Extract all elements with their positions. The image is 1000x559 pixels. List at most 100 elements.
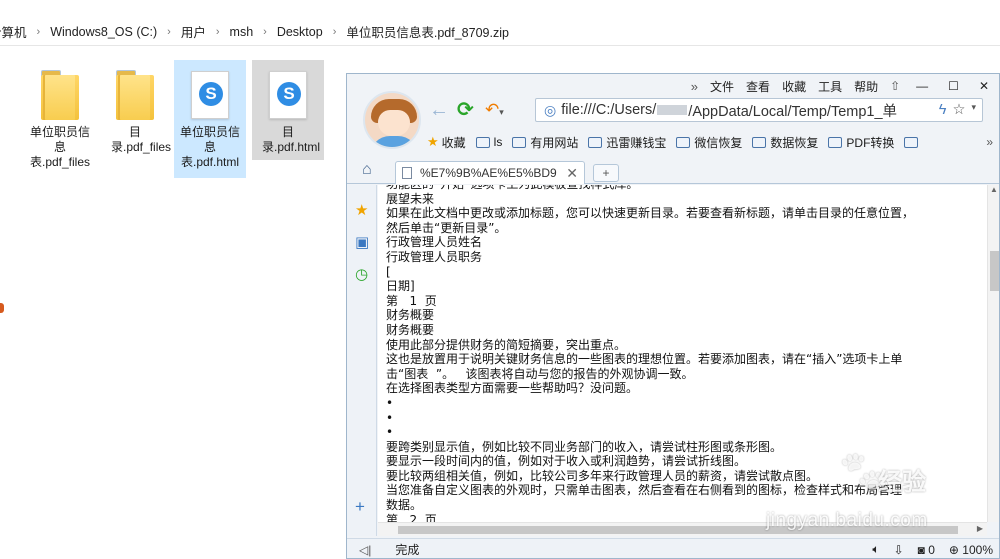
new-tab-button[interactable]: + — [593, 164, 619, 182]
document-line: 要显示一段时间内的值，例如对于收入或利润趋势，请尝试折线图。 — [386, 454, 747, 469]
folder-icon — [588, 136, 603, 148]
skin-icon[interactable]: ⇧ — [884, 79, 906, 93]
file-item-html-selected[interactable]: S 单位职员信息表.pdf.html — [174, 60, 246, 178]
lightning-icon[interactable]: ϟ — [939, 102, 947, 118]
zoom-control[interactable]: ⊕ 100% — [949, 543, 993, 557]
bookmark-folder[interactable] — [904, 136, 922, 148]
back-arrow-icon[interactable]: ← — [429, 99, 449, 121]
menu-overflow-icon[interactable]: » — [685, 79, 704, 94]
document-line: 这也是放置用于说明关键财务信息的一些图表的理想位置。若要添加图表，请在“插入”选… — [386, 352, 903, 367]
document-line: 第 2 页 — [386, 512, 437, 522]
tab-active[interactable]: %E7%9B%AE%E5%BD9 ✕ — [395, 161, 585, 184]
folder-icon — [41, 70, 79, 120]
close-icon[interactable]: ✕ — [969, 79, 999, 93]
document-line: [ — [386, 264, 391, 279]
breadcrumb-separator-icon: › — [332, 25, 337, 38]
menu-favorites[interactable]: 收藏 — [776, 78, 812, 95]
bookmark-ls[interactable]: ls — [475, 135, 502, 149]
breadcrumb-separator-icon: › — [36, 25, 41, 38]
file-item-folder[interactable]: 目录.pdf_files — [99, 60, 171, 178]
bookmarks-overflow-icon[interactable]: » — [986, 135, 993, 149]
scroll-thumb[interactable] — [990, 251, 999, 291]
file-item-html[interactable]: S 目录.pdf.html — [252, 60, 324, 160]
file-item-folder[interactable]: 单位职员信息表.pdf_files — [24, 60, 96, 178]
bookmarks-bar: ★ 收藏 ls 有用网站 迅雷赚钱宝 微信恢复 数据恢复 PDF转换 » — [427, 132, 993, 152]
bookmark-useful[interactable]: 有用网站 — [512, 134, 578, 151]
file-label: 目录.pdf_files — [111, 125, 172, 154]
bookmark-recovery[interactable]: 数据恢复 — [752, 134, 818, 151]
breadcrumb-users[interactable]: 用户 — [180, 22, 207, 41]
dropdown-icon[interactable]: ▾ — [971, 102, 976, 118]
document-line: 财务概要 — [386, 322, 435, 337]
folder-icon — [828, 136, 843, 148]
page-content: 功能区的“开始”选项卡上为此模板查找样式库。展望未来如果在此文档中更改或添加标题… — [378, 185, 987, 522]
file-label: 单位职员信息表.pdf_files — [29, 125, 91, 169]
file-label: 单位职员信息表.pdf.html — [179, 125, 240, 169]
status-bar: ◁| 完成 🔈︎ ⇩ ◙ 0 ⊕ 100% — [347, 538, 999, 558]
url-bar[interactable]: ◎ file:///C:/Users/ /AppData/Local/Temp/… — [535, 98, 983, 122]
add-icon[interactable]: + — [355, 497, 365, 517]
scroll-thumb[interactable] — [398, 526, 958, 534]
browser-window: » 文件 查看 收藏 工具 帮助 ⇧ — ☐ ✕ ← ⟳ ↶▾ ◎ file:/… — [346, 73, 1000, 559]
breadcrumb-zip[interactable]: 单位职员信息表.pdf_8709.zip — [345, 22, 510, 41]
document-line: 要跨类别显示值，例如比较不同业务部门的收入，请尝试柱形图或条形图。 — [386, 439, 783, 454]
explorer-address-bar[interactable]: 计算机 › Windows8_OS (C:) › 用户 › msh › Desk… — [0, 18, 1000, 46]
url-text: file:///C:/Users/ — [561, 102, 657, 118]
home-icon[interactable]: ⌂ — [362, 161, 372, 179]
breadcrumb-drive[interactable]: Windows8_OS (C:) — [49, 25, 158, 39]
breadcrumb-separator-icon: › — [263, 25, 267, 38]
document-line: 当您准备自定义图表的外观时，只需单击图表，然后查看在右侧看到的图标，检查样式和布… — [386, 483, 903, 498]
horizontal-scrollbar[interactable]: ▶ — [378, 522, 987, 536]
collapse-sidebar-icon[interactable]: ◁| — [359, 543, 371, 557]
scroll-up-icon[interactable]: ▲ — [990, 185, 998, 194]
user-avatar[interactable] — [363, 91, 421, 149]
folder-icon — [116, 70, 154, 120]
history-clock-icon[interactable]: ◷ — [355, 265, 368, 283]
bookmark-xunlei[interactable]: 迅雷赚钱宝 — [588, 134, 666, 151]
breadcrumb-desktop[interactable]: Desktop — [276, 25, 324, 39]
redacted-username — [657, 105, 688, 115]
star-icon[interactable]: ☆ — [952, 102, 965, 118]
document-line: 日期] — [386, 279, 415, 294]
maximize-icon[interactable]: ☐ — [938, 79, 969, 93]
document-line: 功能区的“开始”选项卡上为此模板查找样式库。 — [386, 185, 983, 192]
breadcrumb-user[interactable]: msh — [229, 25, 255, 39]
shield-check-icon: ◎ — [544, 101, 557, 118]
refresh-icon[interactable]: ⟳ — [457, 99, 474, 121]
document-line: 使用此部分提供财务的简短摘要，突出重点。 — [386, 337, 627, 352]
menu-view[interactable]: 查看 — [740, 78, 776, 95]
status-text: 完成 — [395, 543, 420, 557]
menu-tools[interactable]: 工具 — [812, 78, 848, 95]
document-line: 数据。 — [386, 498, 423, 513]
menu-file[interactable]: 文件 — [704, 78, 740, 95]
bookmark-favorites[interactable]: ★ 收藏 — [427, 134, 466, 151]
vertical-scrollbar[interactable]: ▲ — [987, 185, 999, 522]
document-line: 如果在此文档中更改或添加标题，您可以快速更新目录。若要查看新标题，请单击目录的任… — [386, 206, 915, 221]
shield-counter[interactable]: ◙ 0 — [918, 543, 935, 557]
minimize-icon[interactable]: — — [906, 79, 938, 93]
menu-help[interactable]: 帮助 — [848, 78, 884, 95]
url-text-tail: /AppData/Local/Temp/Temp1_单 — [688, 103, 898, 120]
tab-title: %E7%9B%AE%E5%BD9 — [420, 166, 557, 180]
document-line: • — [386, 425, 394, 440]
document-line: 要比较两组相关值，例如，比较公司多年来行政管理人员的薪资，请尝试散点图。 — [386, 468, 819, 483]
file-label: 目录.pdf.html — [262, 125, 321, 154]
bookmark-pdf[interactable]: PDF转换 — [828, 134, 894, 151]
document-line: • — [386, 395, 394, 410]
document-line: 第 1 页 — [386, 293, 437, 308]
speaker-icon[interactable]: 🔈︎ — [872, 542, 879, 557]
window-edge-marker — [0, 303, 4, 313]
close-tab-icon[interactable]: ✕ — [566, 165, 578, 182]
undo-icon[interactable]: ↶▾ — [485, 99, 504, 123]
document-line: 财务概要 — [386, 308, 435, 323]
favorites-star-icon[interactable]: ★ — [355, 201, 368, 219]
html-file-icon: S — [269, 71, 307, 119]
bookmark-wechat[interactable]: 微信恢复 — [676, 134, 742, 151]
document-line: 在选择图表类型方面需要一些帮助吗？没问题。 — [386, 381, 639, 396]
scroll-right-icon[interactable]: ▶ — [977, 524, 983, 533]
breadcrumb-computer[interactable]: 计算机 — [0, 22, 28, 41]
html-file-icon: S — [191, 71, 229, 119]
breadcrumb-separator-icon: › — [215, 25, 220, 38]
reader-icon[interactable]: ▣ — [355, 233, 369, 251]
download-icon[interactable]: ⇩ — [894, 543, 904, 557]
